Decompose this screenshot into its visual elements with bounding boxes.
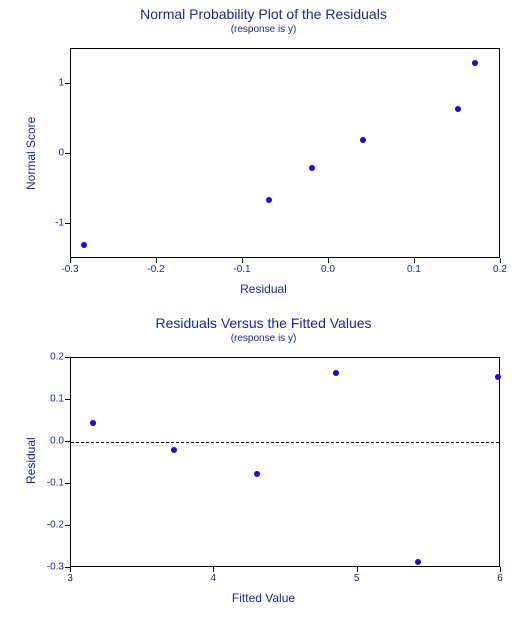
x-tick-label: -0.1 — [233, 264, 250, 275]
data-point — [495, 374, 501, 380]
x-axis-label-2: Fitted Value — [0, 591, 527, 605]
x-tick-label: 0.0 — [321, 264, 335, 275]
y-tick-label: -1 — [34, 218, 64, 229]
chart-title-2: Residuals Versus the Fitted Values — [0, 309, 527, 331]
x-tick-label: 5 — [354, 573, 360, 584]
y-tick-label: 0.2 — [34, 352, 64, 363]
x-tick-mark — [328, 258, 329, 263]
data-point — [415, 559, 421, 565]
chart-subtitle-2: (response is y) — [0, 333, 527, 344]
y-tick-label: 0 — [34, 148, 64, 159]
normal-probability-plot: Normal Probability Plot of the Residuals… — [0, 0, 527, 309]
x-tick-label: 0.2 — [493, 264, 507, 275]
y-tick-mark — [65, 357, 70, 358]
x-tick-mark — [70, 258, 71, 263]
x-axis-label-1: Residual — [0, 282, 527, 296]
zero-line — [71, 442, 499, 443]
y-tick-label: -0.3 — [34, 562, 64, 573]
x-tick-label: 0.1 — [407, 264, 421, 275]
data-point — [90, 420, 96, 426]
x-tick-label: 3 — [67, 573, 73, 584]
x-tick-mark — [156, 258, 157, 263]
chart-subtitle-1: (response is y) — [0, 24, 527, 35]
x-tick-label: 6 — [497, 573, 503, 584]
x-tick-label: 4 — [211, 573, 217, 584]
y-tick-label: -0.2 — [34, 520, 64, 531]
plot-frame-2 — [70, 357, 500, 567]
x-tick-label: -0.3 — [61, 264, 78, 275]
x-tick-mark — [213, 567, 214, 572]
y-tick-mark — [65, 567, 70, 568]
x-tick-mark — [70, 567, 71, 572]
data-point — [81, 242, 87, 248]
y-tick-mark — [65, 399, 70, 400]
data-point — [333, 370, 339, 376]
chart-title-1: Normal Probability Plot of the Residuals — [0, 0, 527, 22]
data-point — [266, 197, 272, 203]
data-point — [309, 165, 315, 171]
y-tick-mark — [65, 153, 70, 154]
x-tick-mark — [500, 567, 501, 572]
x-tick-mark — [500, 258, 501, 263]
data-point — [360, 137, 366, 143]
y-tick-mark — [65, 441, 70, 442]
data-point — [455, 106, 461, 112]
data-point — [472, 60, 478, 66]
residuals-vs-fitted-plot: Residuals Versus the Fitted Values (resp… — [0, 309, 527, 618]
data-point — [254, 471, 260, 477]
y-tick-mark — [65, 525, 70, 526]
y-tick-label: 0.1 — [34, 394, 64, 405]
data-point — [171, 447, 177, 453]
y-tick-label: 1 — [34, 78, 64, 89]
y-tick-mark — [65, 223, 70, 224]
x-tick-label: -0.2 — [147, 264, 164, 275]
x-tick-mark — [357, 567, 358, 572]
plot-frame-1 — [70, 48, 500, 258]
x-tick-mark — [414, 258, 415, 263]
y-tick-mark — [65, 483, 70, 484]
y-tick-label: 0.0 — [34, 436, 64, 447]
x-tick-mark — [242, 258, 243, 263]
y-tick-mark — [65, 83, 70, 84]
y-tick-label: -0.1 — [34, 478, 64, 489]
